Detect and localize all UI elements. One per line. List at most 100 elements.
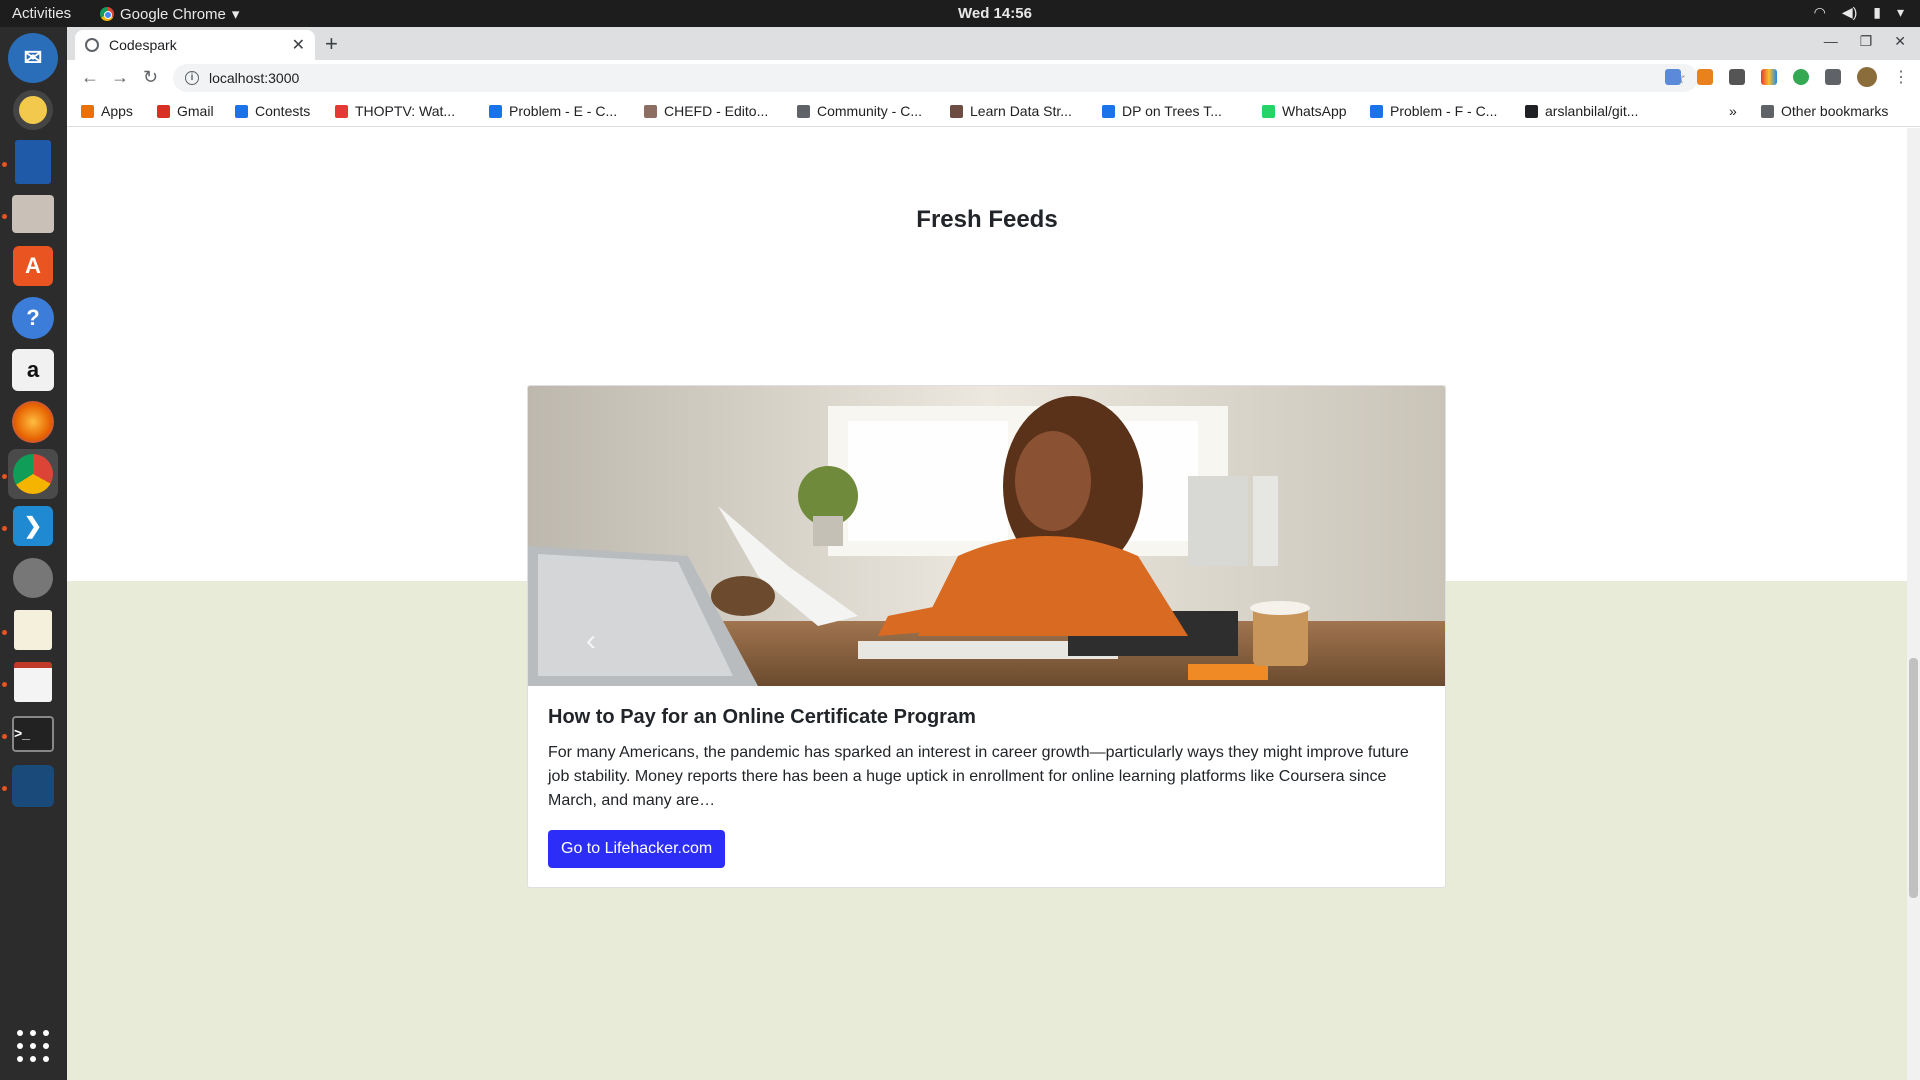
app-menu[interactable]: Google Chrome ▾ — [100, 5, 239, 23]
browser-toolbar: ← → ↻ i localhost:3000 ☆ ⋮ — [67, 60, 1920, 96]
address-bar[interactable]: i localhost:3000 ☆ — [173, 64, 1698, 92]
text-editor-icon[interactable] — [8, 605, 58, 655]
show-applications-icon[interactable] — [17, 1030, 49, 1062]
bookmark-label: arslanbilal/git... — [1545, 103, 1639, 119]
extension-bars-icon[interactable] — [1761, 69, 1777, 85]
bookmarks-overflow-button[interactable]: » — [1729, 103, 1737, 119]
bookmark-label: WhatsApp — [1282, 103, 1347, 119]
chevron-down-icon: ▾ — [1896, 4, 1904, 20]
system-tray[interactable]: ◠ ◀) ▮ ▾ — [1814, 4, 1904, 21]
bookmark-item[interactable]: Learn Data Str... — [950, 103, 1072, 119]
bookmark-label: Problem - F - C... — [1390, 103, 1498, 119]
bookmark-label: Problem - E - C... — [509, 103, 618, 119]
other-bookmarks-button[interactable]: Other bookmarks — [1761, 103, 1888, 119]
settings-icon[interactable] — [8, 553, 58, 603]
software-center-icon[interactable]: A — [8, 241, 58, 291]
folder-icon — [1761, 104, 1774, 118]
bookmark-item[interactable]: arslanbilal/git... — [1525, 103, 1638, 119]
tab-codespark[interactable]: Codespark ✕ — [75, 30, 315, 60]
rhythmbox-icon[interactable] — [8, 85, 58, 135]
metamask-icon[interactable] — [1697, 69, 1713, 85]
window-controls: — ❐ ✕ — [1824, 33, 1906, 50]
bar-chart-icon — [1370, 104, 1383, 118]
reload-icon[interactable]: ↻ — [143, 67, 158, 88]
close-tab-icon[interactable]: ✕ — [292, 35, 305, 55]
chrome-window: Codespark ✕ + — ❐ ✕ ← → ↻ i localhost:30… — [67, 27, 1920, 1080]
files-icon[interactable] — [8, 189, 58, 239]
maximize-icon[interactable]: ❐ — [1860, 33, 1873, 50]
new-tab-button[interactable]: + — [325, 31, 338, 57]
carousel-prev-icon[interactable]: ‹ — [586, 624, 596, 658]
running-indicator — [2, 734, 7, 739]
extensions-puzzle-icon[interactable] — [1825, 69, 1841, 85]
bookmark-label: Community - C... — [817, 103, 923, 119]
bookmark-item[interactable]: THOPTV: Wat... — [335, 103, 455, 119]
card-photo — [528, 386, 1445, 686]
bar-chart-icon — [1102, 104, 1115, 118]
help-icon[interactable]: ? — [8, 293, 58, 343]
close-window-icon[interactable]: ✕ — [1894, 33, 1906, 50]
running-indicator — [2, 474, 7, 479]
writer-icon[interactable] — [8, 137, 58, 187]
profile-avatar[interactable] — [1857, 67, 1877, 87]
bookmark-item[interactable]: Community - C... — [797, 103, 922, 119]
bar-chart-icon — [235, 104, 248, 118]
firefox-icon[interactable] — [8, 397, 58, 447]
volume-icon: ◀) — [1841, 4, 1858, 20]
bookmark-item[interactable]: DP on Trees T... — [1102, 103, 1222, 119]
bookmark-item[interactable]: Problem - F - C... — [1370, 103, 1497, 119]
terminal-icon[interactable]: >_ — [8, 709, 58, 759]
page-scrollbar[interactable] — [1907, 128, 1920, 1080]
thoptv-icon — [335, 104, 348, 118]
bookmark-item[interactable]: Gmail — [157, 103, 214, 119]
chrome-dock-icon[interactable] — [8, 449, 58, 499]
system-top-bar: Activities Google Chrome ▾ Wed 14:56 ◠ ◀… — [0, 0, 1920, 27]
running-indicator — [2, 786, 7, 791]
info-icon[interactable]: i — [185, 71, 199, 85]
github-icon — [1525, 104, 1538, 118]
bookmark-item[interactable]: Apps — [81, 103, 133, 119]
go-to-source-button[interactable]: Go to Lifehacker.com — [548, 830, 726, 868]
wifi-icon: ◠ — [1813, 4, 1826, 20]
running-indicator — [2, 214, 7, 219]
battery-icon: ▮ — [1873, 4, 1881, 20]
card-title: How to Pay for an Online Certificate Pro… — [548, 706, 976, 728]
amazon-icon[interactable]: a — [8, 345, 58, 395]
bookmark-item[interactable]: CHEFD - Edito... — [644, 103, 768, 119]
mysql-workbench-icon[interactable] — [8, 761, 58, 811]
page-title: Fresh Feeds — [916, 206, 1058, 233]
app-menu-label: Google Chrome — [120, 5, 226, 23]
running-indicator — [2, 630, 7, 635]
community-icon — [797, 104, 810, 118]
bookmark-label: THOPTV: Wat... — [355, 103, 456, 119]
menu-kebab-icon[interactable]: ⋮ — [1893, 67, 1909, 87]
bookmark-item[interactable]: Problem - E - C... — [489, 103, 617, 119]
chevron-down-icon: ▾ — [231, 6, 240, 23]
card-image: ‹ — [528, 386, 1445, 686]
bookmark-label: Learn Data Str... — [970, 103, 1072, 119]
apps-grid-icon — [81, 104, 94, 118]
back-icon[interactable]: ← — [81, 67, 99, 88]
bookmark-label: Apps — [101, 103, 133, 119]
extension-cube-icon[interactable] — [1729, 69, 1745, 85]
bookmark-item[interactable]: Contests — [235, 103, 310, 119]
clock[interactable]: Wed 14:56 — [958, 5, 1032, 22]
dock: ✉ A ? a ❯ >_ — [0, 27, 67, 1080]
bookmarks-bar: Apps Gmail Contests THOPTV: Wat... Problem -… — [67, 96, 1920, 127]
extension-icon[interactable] — [1665, 69, 1681, 85]
bookmark-label: CHEFD - Edito... — [664, 103, 769, 119]
scrollbar-thumb[interactable] — [1909, 658, 1918, 898]
bookmark-item[interactable]: WhatsApp — [1262, 103, 1347, 119]
evince-icon[interactable] — [8, 657, 58, 707]
bookmark-label: Gmail — [177, 103, 214, 119]
globe-icon — [85, 38, 99, 52]
thunderbird-icon[interactable]: ✉ — [8, 33, 58, 83]
forward-icon[interactable]: → — [111, 67, 129, 88]
tab-title: Codespark — [109, 37, 177, 53]
activities-button[interactable]: Activities — [12, 5, 71, 22]
codechef-icon — [644, 104, 657, 118]
vscode-icon[interactable]: ❯ — [8, 501, 58, 551]
bookmark-label: Contests — [255, 103, 311, 119]
extension-badge-icon[interactable] — [1793, 69, 1809, 85]
minimize-icon[interactable]: — — [1824, 33, 1838, 50]
